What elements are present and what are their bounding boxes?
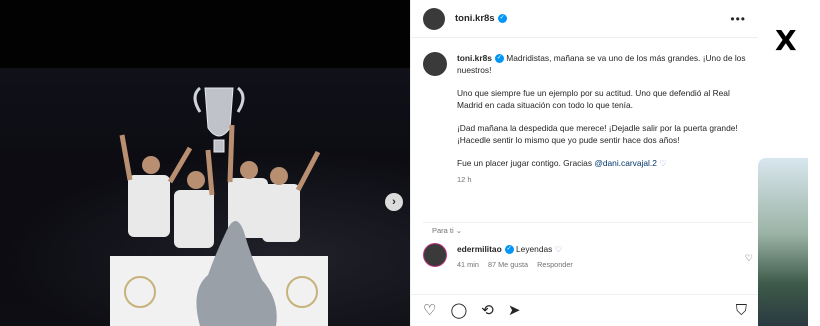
- photo-players-illustration: [110, 86, 328, 326]
- side-thumbnail[interactable]: [758, 158, 808, 326]
- comment-time: 41 min: [457, 260, 479, 269]
- caption-line-2: Uno que siempre fue un ejemplo por su ac…: [457, 88, 730, 110]
- comment-reply-button[interactable]: Responder: [537, 260, 573, 269]
- caption-line-4-text: Fue un placer jugar contigo. Gracias: [457, 158, 595, 168]
- comment-like-icon[interactable]: ♡: [745, 253, 753, 264]
- side-strip: X: [758, 0, 820, 326]
- caption-line-3: ¡Dad mañana la despedida que merece! ¡De…: [457, 123, 738, 145]
- players: [128, 175, 300, 248]
- caption-line-1: toni.kr8s ✓ Madridistas, mañana se va uno…: [457, 52, 749, 76]
- divider: [423, 222, 753, 223]
- comment-username[interactable]: edermilitao: [457, 244, 502, 254]
- comment-item: edermilitao ✓ Leyendas ♡ 41 min 87 Me gus…: [423, 243, 753, 271]
- post-caption: toni.kr8s ✓ Madridistas, mañana se va uno…: [423, 52, 749, 186]
- verified-icon: ✓: [497, 14, 507, 23]
- share-icon[interactable]: ⟲: [481, 303, 494, 318]
- post-actions: ♡ ◯ ⟲ ➤ ⛉: [411, 294, 759, 326]
- post-timestamp[interactable]: 12 h: [457, 174, 749, 186]
- heart-emoji-icon: ♡: [659, 158, 667, 168]
- commenter-avatar[interactable]: [423, 243, 447, 267]
- comment-text-row: edermilitao ✓ Leyendas ♡: [457, 243, 580, 255]
- comments-filter[interactable]: Para ti ⌄: [432, 226, 462, 235]
- send-icon[interactable]: ➤: [508, 303, 521, 318]
- post-panel: toni.kr8s ✓ ••• toni.kr8s ✓ Madridistas, …: [410, 0, 759, 326]
- caption-avatar[interactable]: [423, 52, 447, 76]
- post-header: toni.kr8s ✓ •••: [411, 0, 758, 38]
- post-image[interactable]: ›: [0, 0, 410, 326]
- heart-icon[interactable]: ♡: [423, 303, 436, 318]
- author-username[interactable]: toni.kr8s: [455, 13, 495, 24]
- comment-meta: 41 min 87 Me gusta Responder: [457, 259, 580, 271]
- x-logo-icon[interactable]: X: [775, 24, 797, 57]
- caption-username[interactable]: toni.kr8s: [457, 53, 492, 63]
- caption-line-4: Fue un placer jugar contigo. Gracias @da…: [457, 157, 749, 169]
- bookmark-icon[interactable]: ⛉: [736, 303, 747, 318]
- trophy: [193, 86, 245, 153]
- comment-verified-icon: ✓: [504, 245, 514, 255]
- caption-mention-link[interactable]: @dani.carvajal.2: [594, 158, 657, 168]
- caption-verified-icon: ✓: [494, 54, 504, 64]
- more-options-icon[interactable]: •••: [730, 12, 746, 26]
- comment-emoji-icon: ♡: [554, 244, 563, 254]
- author-avatar[interactable]: [423, 7, 445, 30]
- filter-label: Para ti: [432, 226, 454, 235]
- chevron-down-icon: ⌄: [455, 226, 463, 235]
- comment-text: Leyendas: [516, 244, 553, 254]
- comment-icon[interactable]: ◯: [450, 303, 467, 318]
- comment-likes[interactable]: 87 Me gusta: [488, 260, 528, 269]
- next-image-button[interactable]: ›: [385, 193, 403, 211]
